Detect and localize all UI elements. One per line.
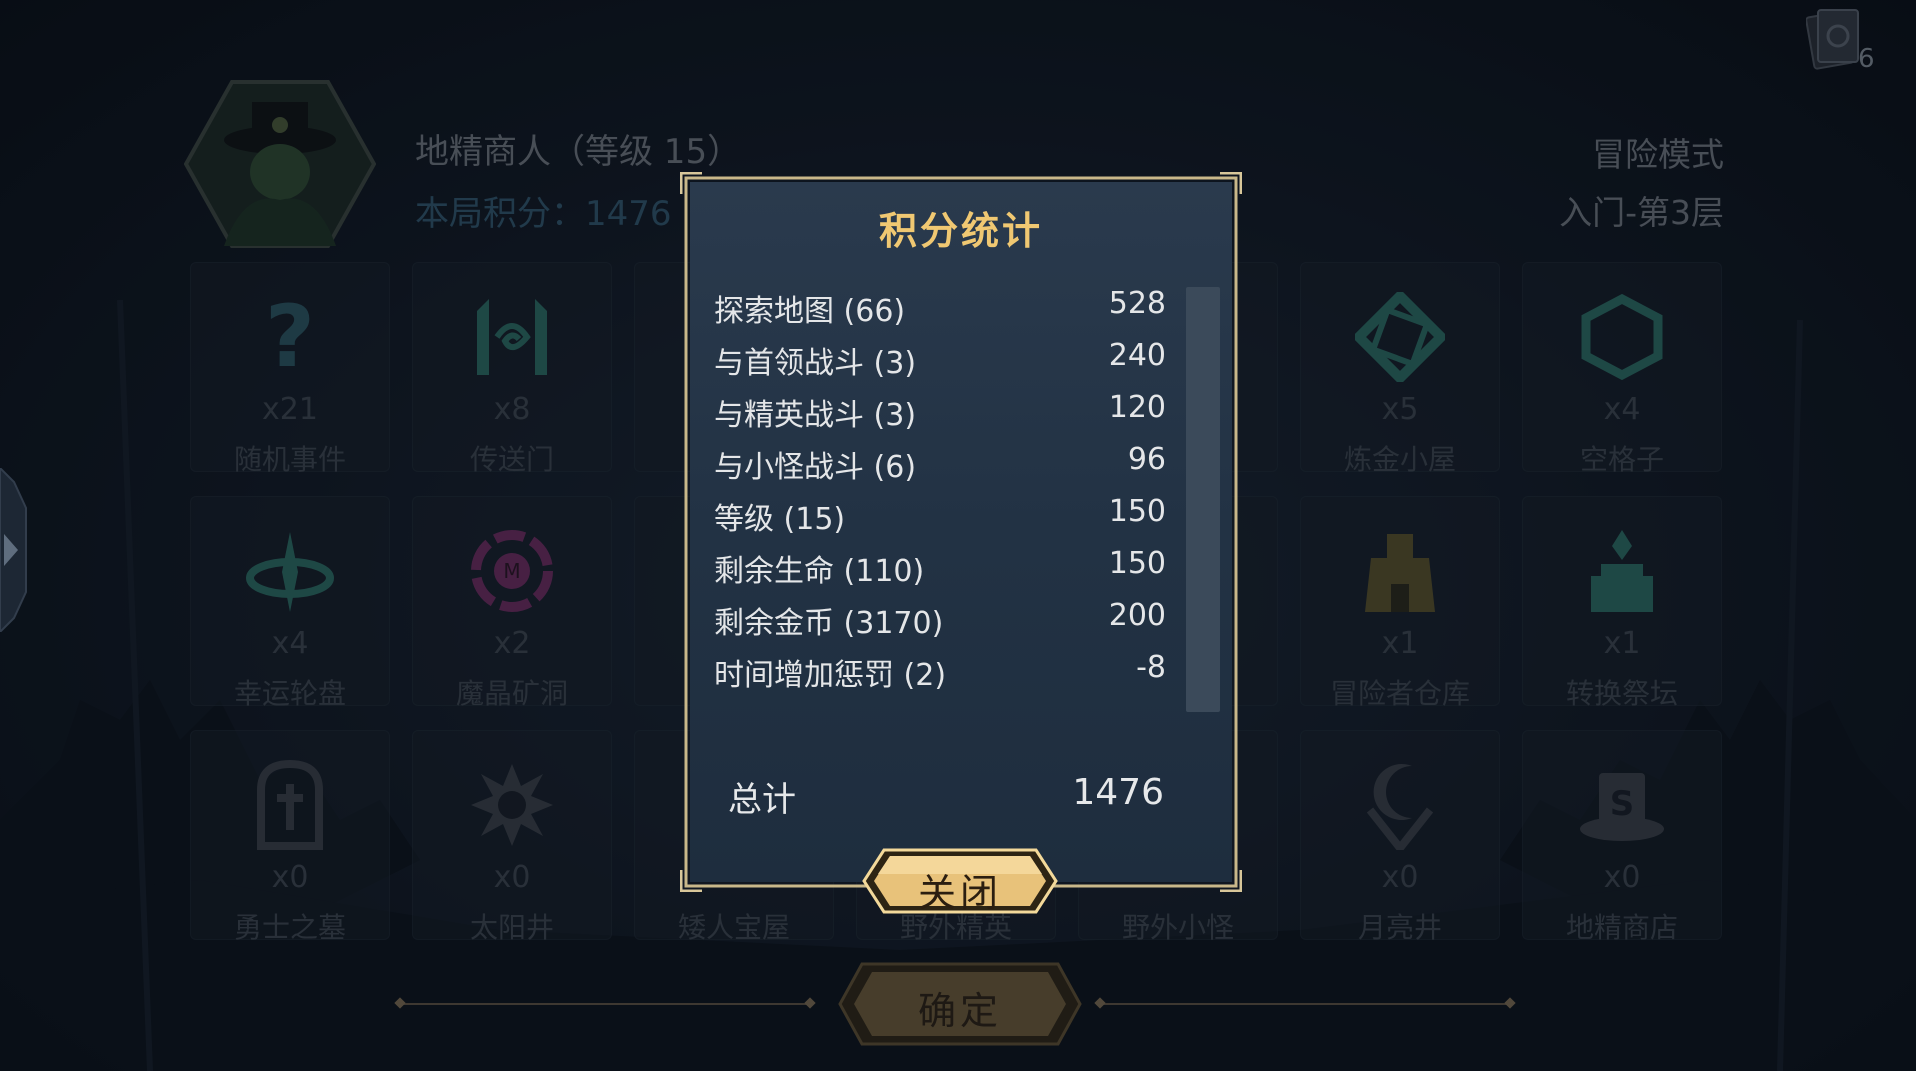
stat-label: 与精英战斗 (3) <box>714 398 917 433</box>
stat-label: 探索地图 (66) <box>714 294 906 329</box>
stat-label: 剩余金币 (3170) <box>714 606 944 641</box>
stat-label: 与小怪战斗 (6) <box>714 450 917 485</box>
stat-label: 时间增加惩罚 (2) <box>714 658 947 693</box>
stat-value: 528 <box>1108 286 1166 321</box>
stat-row: 剩余生命 (110) 150 <box>714 546 1166 589</box>
stat-value: 200 <box>1108 598 1166 633</box>
stat-value: 150 <box>1108 494 1166 529</box>
total-value: 1476 <box>1072 772 1164 813</box>
modal-title: 积分统计 <box>878 209 1043 253</box>
stat-row: 等级 (15) 150 <box>714 494 1166 537</box>
total-label: 总计 <box>728 780 796 820</box>
stat-value: -8 <box>1136 650 1166 685</box>
stat-row: 与首领战斗 (3) 240 <box>714 338 1166 381</box>
stat-row: 与精英战斗 (3) 120 <box>714 390 1166 433</box>
close-label: 关闭 <box>917 871 1002 915</box>
stat-row: 探索地图 (66) 528 <box>714 286 1166 329</box>
stat-row: 与小怪战斗 (6) 96 <box>714 442 1166 485</box>
stat-value: 150 <box>1108 546 1166 581</box>
stat-value: 96 <box>1127 442 1166 477</box>
stat-label: 剩余生命 (110) <box>714 554 925 589</box>
stat-label: 等级 (15) <box>714 502 846 537</box>
stat-row: 时间增加惩罚 (2) -8 <box>714 650 1166 693</box>
stat-label: 与首领战斗 (3) <box>714 346 917 381</box>
stats-scrollbar[interactable] <box>1186 287 1220 712</box>
stat-value: 120 <box>1108 390 1166 425</box>
stat-row: 剩余金币 (3170) 200 <box>714 598 1166 641</box>
stat-value: 240 <box>1108 338 1166 373</box>
